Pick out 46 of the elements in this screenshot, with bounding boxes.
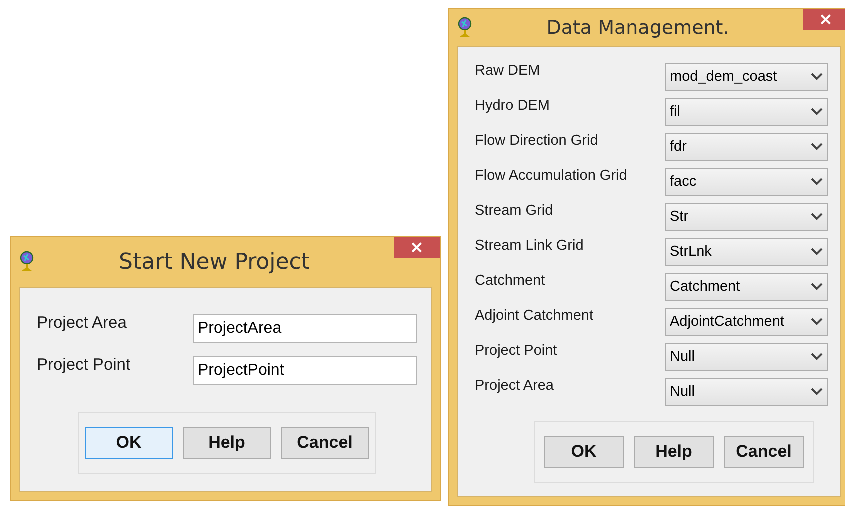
field-label: Stream Grid	[475, 203, 554, 219]
chevron-down-icon	[811, 388, 823, 396]
dropdown[interactable]: Null	[665, 343, 828, 371]
field-label: Project Point	[475, 343, 558, 359]
field-label: Project Area	[37, 314, 128, 333]
field-label: Flow Direction Grid	[475, 133, 600, 149]
dialog-button[interactable]: OK	[85, 427, 173, 459]
dropdown[interactable]: Null	[665, 378, 828, 406]
chevron-down-icon	[811, 178, 823, 186]
field-label: Project Point	[37, 356, 132, 375]
dropdown[interactable]: StrLnk	[665, 238, 828, 266]
chevron-down-icon	[811, 318, 823, 326]
globe-icon	[19, 251, 35, 273]
field-label: Stream Link Grid	[475, 238, 585, 254]
close-button[interactable]: ×	[803, 9, 845, 30]
dialog-button[interactable]: Help	[634, 436, 714, 468]
dialog-button[interactable]: Cancel	[281, 427, 369, 459]
chevron-down-icon	[811, 73, 823, 81]
dropdown[interactable]: facc	[665, 168, 828, 196]
chevron-down-icon	[811, 248, 823, 256]
input-field[interactable]: ProjectArea	[193, 314, 417, 343]
chevron-down-icon	[811, 213, 823, 221]
field-label: Hydro DEM	[475, 98, 551, 114]
dialog-button[interactable]: Help	[183, 427, 271, 459]
dropdown[interactable]: AdjointCatchment	[665, 308, 828, 336]
dropdown[interactable]: fdr	[665, 133, 828, 161]
dropdown[interactable]: Catchment	[665, 273, 828, 301]
globe-icon	[457, 16, 473, 38]
chevron-down-icon	[811, 143, 823, 151]
window-title: Data Management.	[546, 16, 730, 38]
field-label: Catchment	[475, 273, 546, 289]
field-label: Raw DEM	[475, 63, 542, 79]
chevron-down-icon	[811, 108, 823, 116]
close-button[interactable]: ×	[394, 237, 440, 258]
dropdown[interactable]: fil	[665, 98, 828, 126]
field-label: Adjoint Catchment	[475, 308, 594, 324]
chevron-down-icon	[811, 283, 823, 291]
window-title: Start New Project	[118, 250, 311, 274]
field-label: Flow Accumulation Grid	[475, 168, 628, 184]
dropdown[interactable]: Str	[665, 203, 828, 231]
dialog-button[interactable]: Cancel	[724, 436, 804, 468]
dropdown[interactable]: mod_dem_coast	[665, 63, 828, 91]
dialog-button[interactable]: OK	[544, 436, 624, 468]
input-field[interactable]: ProjectPoint	[193, 356, 417, 385]
chevron-down-icon	[811, 353, 823, 361]
field-label: Project Area	[475, 378, 555, 394]
